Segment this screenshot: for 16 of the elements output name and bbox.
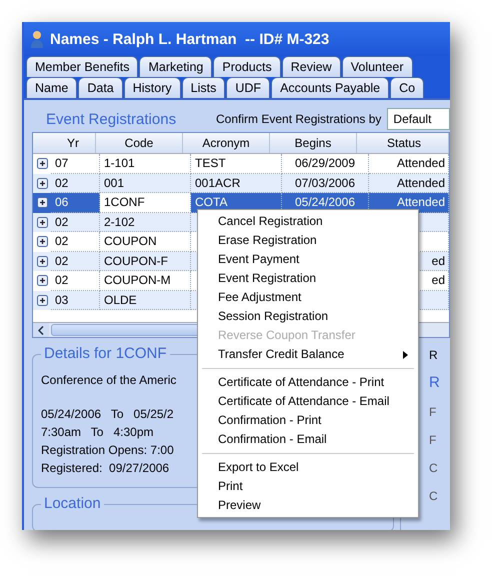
field-label: C [429,489,439,503]
detail-text: Registered: 09/27/2006 [41,460,170,477]
table-cell: 03 [51,290,100,310]
table-cell: 1CONF [100,193,191,212]
detail-text: Conference of the Americ [41,372,176,389]
section-title: Event Registrations [45,110,178,128]
field-label: F [429,433,438,447]
detail-text: Registration Opens: 7:00 [41,442,174,459]
field-label: C [429,461,439,475]
section-title: R [429,374,441,391]
field-label: Confirm Event Registrations by [216,112,382,126]
detail-text: 05/24/2006 To 05/25/2 [41,406,174,423]
detail-text: 7:30am To 4:30pm [41,424,154,441]
field-label: F [429,405,438,419]
window-title: Names - Ralph L. Hartman -- ID# M-323 [50,30,330,48]
table-cell: OLDE [100,290,191,310]
